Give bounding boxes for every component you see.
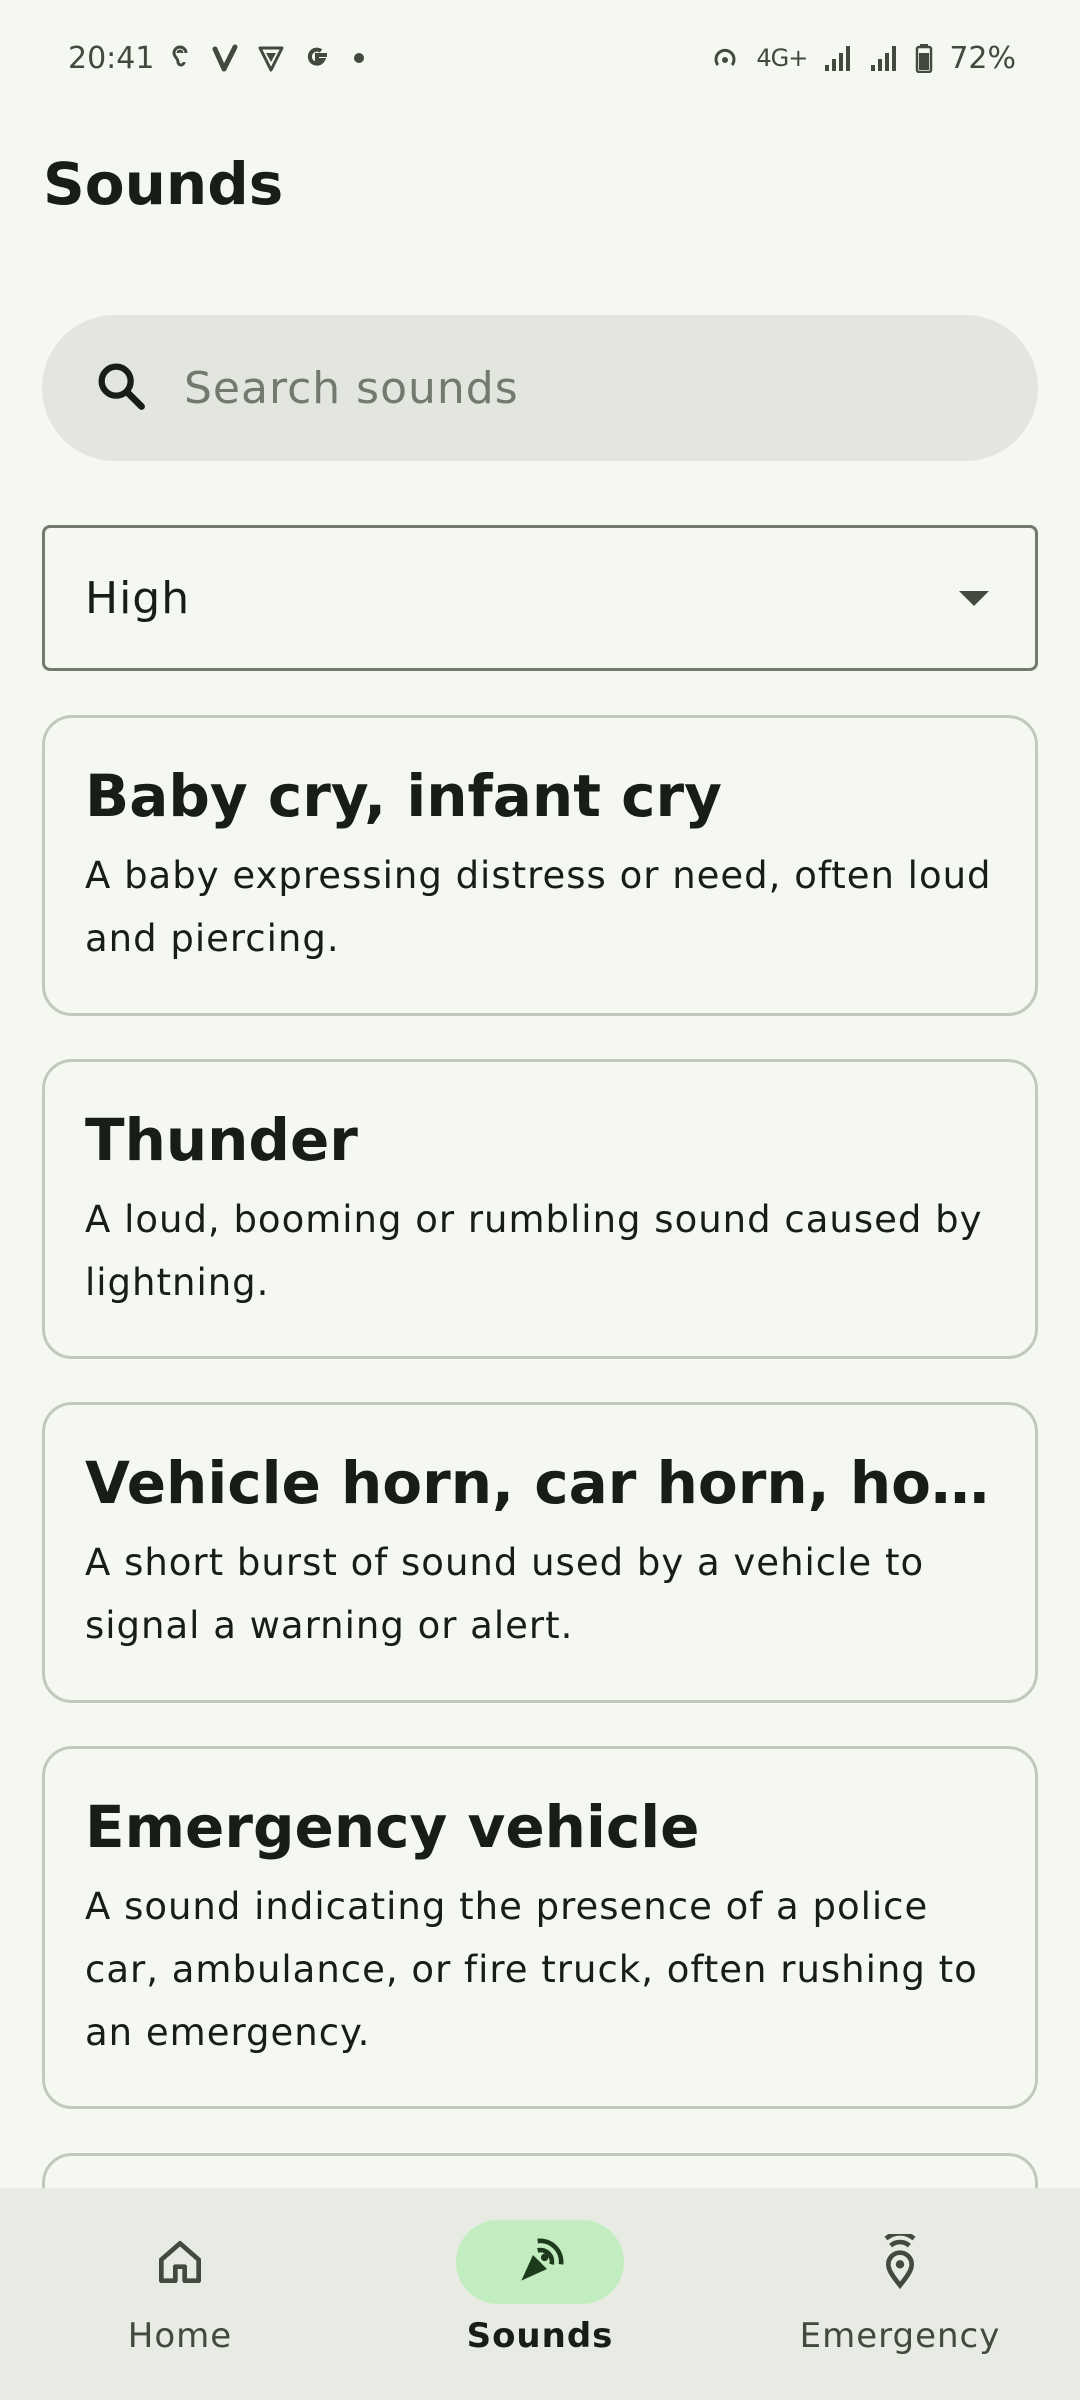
status-left: 20:41	[68, 40, 365, 76]
hotspot-icon	[710, 43, 740, 73]
sound-card-description: A short burst of sound used by a vehicle…	[85, 1541, 925, 1647]
bottom-navigation: Home Sounds Emergency	[0, 2188, 1080, 2400]
signal-icon-2	[869, 43, 899, 73]
nav-item-home[interactable]: Home	[0, 2188, 360, 2400]
sound-card-title: Emergency vehicle	[85, 1793, 700, 1861]
search-input[interactable]	[184, 362, 984, 414]
notification-dot-icon	[354, 53, 365, 63]
sound-card[interactable]: Thunder A loud, booming or rumbling soun…	[42, 1059, 1038, 1359]
sound-card[interactable]: Vehicle horn, car horn, honking A short …	[42, 1402, 1038, 1703]
google-icon	[302, 43, 332, 73]
sound-card-title: Baby cry, infant cry	[85, 762, 722, 830]
status-bar: 20:41 4G+ 72%	[0, 0, 1080, 116]
nav-item-sounds[interactable]: Sounds	[360, 2188, 720, 2400]
sound-card-title: Vehicle horn, car horn, honking	[85, 1449, 995, 1517]
home-icon	[159, 2241, 202, 2283]
clock: 20:41	[68, 40, 155, 76]
sound-card-description: A loud, booming or rumbling sound caused…	[85, 1198, 983, 1304]
nav-icon-container-active	[456, 2220, 624, 2304]
sound-card-description: A baby expressing distress or need, ofte…	[85, 854, 992, 960]
nav-label: Emergency	[799, 2316, 1001, 2356]
search-icon	[92, 357, 150, 419]
signal-icon	[823, 43, 853, 73]
sound-card-title: Thunder	[85, 1106, 358, 1174]
network-type: 4G+	[756, 44, 808, 72]
vivaldi-icon	[210, 43, 240, 73]
shield-icon	[256, 43, 286, 73]
dropdown-arrow-icon	[959, 590, 989, 606]
battery-icon	[915, 43, 933, 73]
sound-card[interactable]: Baby cry, infant cry A baby expressing d…	[42, 715, 1038, 1016]
nav-icon-container	[96, 2220, 264, 2304]
sounds-icon	[521, 2238, 564, 2281]
page-title: Sounds	[43, 150, 284, 218]
hearing-icon	[170, 43, 194, 73]
dropdown-selected-value: High	[85, 572, 191, 624]
battery-level: 72%	[949, 40, 1016, 76]
emergency-icon	[884, 2234, 916, 2290]
nav-item-emergency[interactable]: Emergency	[720, 2188, 1080, 2400]
nav-label: Home	[127, 2316, 233, 2356]
sound-card-description: A sound indicating the presence of a pol…	[85, 1885, 978, 2054]
sound-card[interactable]: Emergency vehicle A sound indicating the…	[42, 1746, 1038, 2109]
nav-label: Sounds	[466, 2316, 614, 2356]
status-right: 4G+ 72%	[710, 41, 1016, 76]
nav-icon-container	[816, 2220, 984, 2304]
screen: 20:41 4G+ 72% Sounds Search sounds High …	[0, 0, 1080, 2400]
priority-dropdown[interactable]: High	[42, 525, 1038, 671]
search-bar[interactable]	[42, 315, 1038, 461]
